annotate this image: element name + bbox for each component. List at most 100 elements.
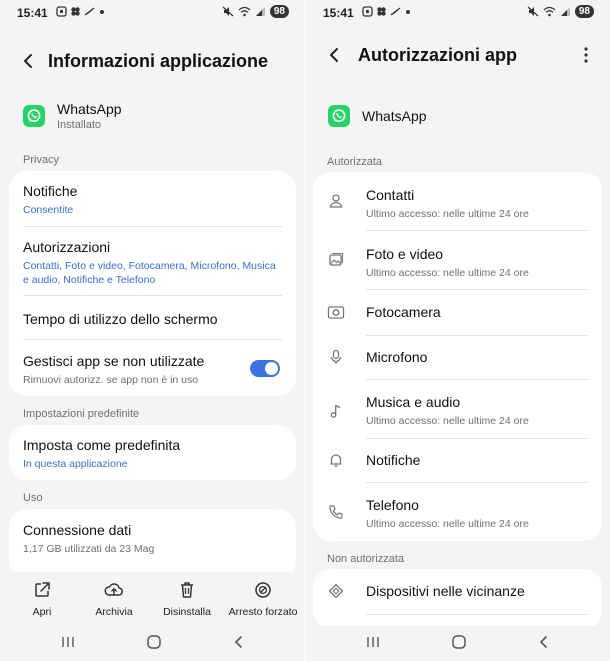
open-label: Apri [32, 606, 52, 618]
status-time: 15:41 [17, 6, 48, 20]
nearby-devices-icon [327, 582, 345, 600]
manage-unused-description: Rimuovi autorizz. se app non è in uso [23, 374, 199, 386]
allowed-permissions-card: Contatti Ultimo accesso: nelle ultime 24… [313, 172, 602, 541]
permission-title: Microfono [366, 349, 428, 365]
usage-card: Connessione dati 1,17 GB utilizzati da 2… [9, 509, 296, 579]
divider [23, 339, 282, 340]
section-label-usage: Uso [23, 492, 43, 504]
person-icon [327, 192, 345, 210]
divider [366, 614, 588, 615]
cloud-upload-icon [104, 583, 123, 596]
manage-unused-title: Gestisci app se non utilizzate [23, 353, 205, 369]
notifications-item[interactable]: Notifiche Consentite [23, 183, 282, 217]
section-label-default: Impostazioni predefinite [23, 408, 140, 420]
permissions-summary: Contatti, Foto e video, Fotocamera, Micr… [23, 260, 276, 286]
permission-title: Telefono [366, 497, 419, 513]
permission-notifications[interactable]: Notifiche [313, 439, 602, 482]
permission-camera[interactable]: Fotocamera [313, 290, 602, 335]
chevron-left-icon [234, 636, 242, 648]
app-permissions-screen: 15:41 98 Autorizzazioni app WhatsApp Aut… [306, 0, 610, 661]
permission-title: Musica e audio [366, 394, 461, 410]
uninstall-label: Disinstalla [163, 606, 211, 618]
wifi-icon [238, 6, 251, 17]
screen-time-item[interactable]: Tempo di utilizzo dello schermo [23, 311, 282, 327]
app-actions-bar: Apri Archivia Disinstalla Arresto forzat… [0, 572, 305, 622]
more-options-button[interactable] [576, 41, 596, 69]
microphone-icon [327, 348, 345, 366]
trash-icon [181, 582, 193, 598]
permissions-title: Autorizzazioni [23, 239, 111, 255]
app-install-status: Installato [57, 119, 102, 131]
section-label-privacy: Privacy [23, 154, 60, 166]
signal-icon [255, 7, 265, 16]
archive-button[interactable]: Archivia [76, 580, 152, 618]
section-label-denied: Non autorizzata [327, 553, 405, 565]
app-summary: WhatsApp [328, 105, 427, 127]
whatsapp-logo-icon [23, 105, 45, 127]
app-info-screen: 15:41 98 Informazioni applicazione Whats… [0, 0, 305, 661]
pinwheel-icon [377, 7, 386, 16]
home-button[interactable] [142, 632, 166, 652]
permission-title: Contatti [366, 187, 415, 203]
recent-apps-button[interactable] [361, 632, 385, 652]
force-stop-button[interactable]: Arresto forzato [225, 580, 301, 618]
permission-music-audio[interactable]: Musica e audio Ultimo accesso: nelle ult… [313, 380, 602, 438]
home-icon [452, 635, 466, 649]
home-button[interactable] [447, 632, 471, 652]
uninstall-button[interactable]: Disinstalla [149, 580, 225, 618]
set-default-status: In questa applicazione [23, 458, 128, 470]
notifications-title: Notifiche [23, 183, 78, 199]
screenshot-icon [362, 6, 373, 17]
data-usage-summary: 1,17 GB utilizzati da 23 Mag [23, 543, 155, 555]
permissions-item[interactable]: Autorizzazioni Contatti, Foto e video, F… [23, 239, 282, 287]
chevron-left-icon [330, 48, 338, 62]
permission-title: Notifiche [366, 452, 421, 468]
permission-phone[interactable]: Telefono Ultimo accesso: nelle ultime 24… [313, 483, 602, 541]
manage-unused-item[interactable]: Gestisci app se non utilizzate Rimuovi a… [23, 353, 236, 387]
nav-back-button[interactable] [532, 632, 556, 652]
nav-back-button[interactable] [227, 632, 251, 652]
mute-icon [390, 7, 401, 16]
open-external-icon [35, 582, 50, 597]
status-notification-icons [56, 6, 104, 17]
manage-unused-toggle[interactable] [250, 360, 280, 377]
status-right: 98 [527, 5, 594, 18]
open-button[interactable]: Apri [4, 580, 80, 618]
back-button[interactable] [320, 41, 348, 69]
permission-contacts[interactable]: Contatti Ultimo accesso: nelle ultime 24… [313, 172, 602, 230]
phone-icon [327, 503, 345, 521]
permission-last-access: Ultimo accesso: nelle ultime 24 ore [366, 415, 529, 427]
permission-last-access: Ultimo accesso: nelle ultime 24 ore [366, 518, 529, 530]
image-icon [327, 251, 345, 269]
permission-title: Foto e video [366, 246, 444, 262]
pinwheel-icon [71, 7, 80, 16]
back-button[interactable] [14, 47, 42, 75]
bell-icon [327, 451, 345, 469]
music-note-icon [327, 402, 345, 420]
signal-icon [560, 7, 570, 16]
more-vertical-icon [584, 47, 588, 63]
chevron-left-icon [24, 54, 32, 68]
denied-permissions-card: Dispositivi nelle vicinanze [313, 569, 602, 629]
silent-icon [527, 6, 539, 17]
camera-icon [327, 303, 345, 321]
status-right: 98 [222, 5, 289, 18]
recent-apps-button[interactable] [56, 632, 80, 652]
privacy-card: Notifiche Consentite Autorizzazioni Cont… [9, 171, 296, 396]
header: Informazioni applicazione [0, 41, 305, 81]
permission-title: Fotocamera [366, 304, 441, 320]
recents-icon [62, 637, 74, 647]
set-default-item[interactable]: Imposta come predefinita In questa appli… [23, 437, 282, 471]
whatsapp-logo-icon [328, 105, 350, 127]
divider [23, 295, 282, 296]
mute-icon [84, 7, 95, 16]
data-usage-item[interactable]: Connessione dati 1,17 GB utilizzati da 2… [23, 522, 282, 556]
set-default-title: Imposta come predefinita [23, 437, 181, 453]
page-title: Autorizzazioni app [358, 44, 517, 65]
permission-microphone[interactable]: Microfono [313, 336, 602, 379]
data-usage-title: Connessione dati [23, 522, 132, 538]
app-summary: WhatsApp Installato [23, 101, 122, 131]
permission-nearby-devices[interactable]: Dispositivi nelle vicinanze [313, 569, 602, 614]
recents-icon [367, 637, 379, 647]
permission-photos-videos[interactable]: Foto e video Ultimo accesso: nelle ultim… [313, 231, 602, 289]
